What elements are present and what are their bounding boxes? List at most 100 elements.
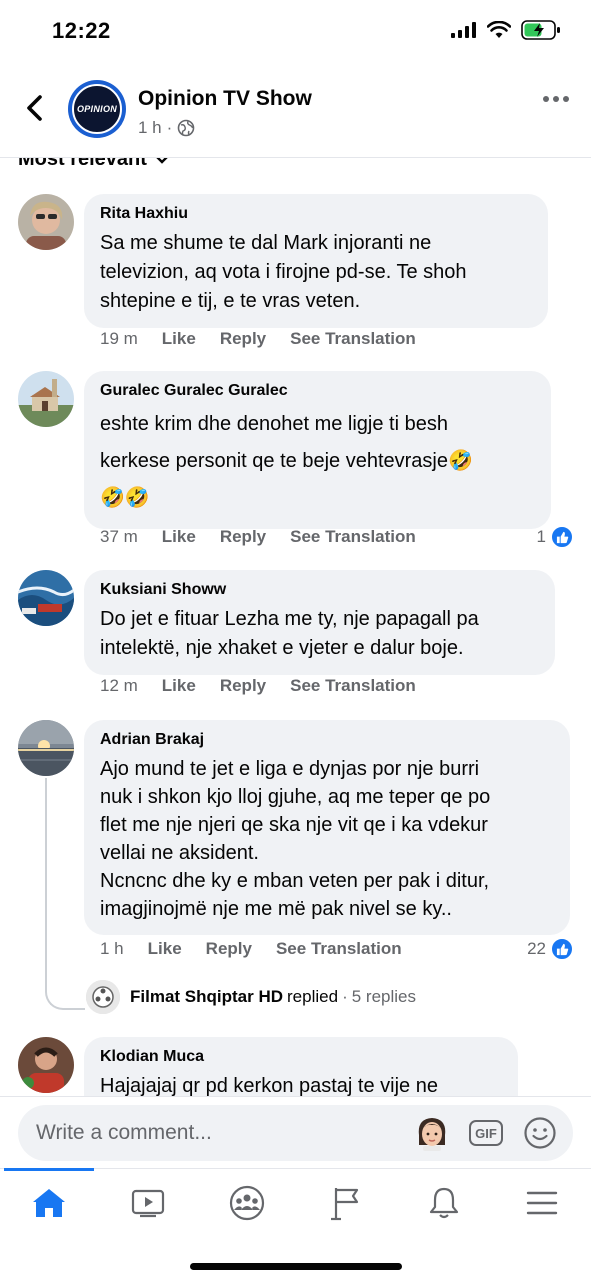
notifications-bell-icon — [429, 1187, 459, 1219]
like-button[interactable]: Like — [162, 676, 196, 696]
comment-bubble[interactable]: Rita Haxhiu Sa me shume te dal Mark injo… — [84, 194, 548, 328]
comment-text: Sa me shume te dal Mark injoranti ne tel… — [100, 232, 467, 312]
home-indicator — [190, 1263, 402, 1270]
tab-video[interactable] — [118, 1181, 178, 1225]
see-translation-button[interactable]: See Translation — [290, 527, 416, 547]
home-icon — [33, 1189, 65, 1217]
wifi-icon — [487, 21, 511, 38]
like-button[interactable]: Like — [162, 527, 196, 547]
see-translation-button[interactable]: See Translation — [290, 329, 416, 349]
comment-text: Ajo mund te jet e liga e dynjas por nje … — [100, 758, 491, 920]
active-tab-indicator — [4, 1168, 94, 1171]
comment-bubble[interactable]: Adrian Brakaj Ajo mund te jet e liga e d… — [84, 720, 570, 935]
tab-pages[interactable] — [316, 1181, 376, 1225]
reply-button[interactable]: Reply — [220, 527, 266, 547]
comment-actions: 19 m Like Reply See Translation — [100, 329, 416, 349]
comment-actions: 37 m Like Reply See Translation — [100, 527, 416, 547]
comment-author[interactable]: Adrian Brakaj — [100, 731, 554, 749]
gif-label: GIF — [475, 1125, 497, 1141]
view-replies[interactable]: Filmat Shqiptar HD replied · 5 replies — [86, 980, 416, 1014]
replies-count: 5 replies — [351, 987, 416, 1006]
comment-actions: 1 h Like Reply See Translation — [100, 939, 402, 959]
groups-icon — [229, 1185, 265, 1221]
like-button[interactable]: Like — [162, 329, 196, 349]
globe-icon — [178, 119, 195, 137]
pages-flag-icon — [331, 1188, 359, 1221]
more-dot — [553, 96, 559, 102]
status-icons — [451, 20, 561, 40]
like-count: 22 — [527, 939, 546, 958]
comment-author[interactable]: Rita Haxhiu — [100, 205, 532, 223]
avatar[interactable] — [18, 194, 74, 250]
bottom-tab-bar — [0, 1168, 591, 1280]
avatar-sticker-icon[interactable] — [415, 1115, 449, 1151]
comment-actions: 12 m Like Reply See Translation — [100, 676, 416, 696]
comment-bubble[interactable]: Klodian Muca Hajajajaj qr pd kerkon past… — [84, 1037, 518, 1096]
like-reaction-icon — [551, 526, 573, 548]
sort-dropdown[interactable]: Most relevant — [18, 158, 169, 171]
comment-author[interactable]: Klodian Muca — [100, 1048, 502, 1066]
comment-text: eshte krim dhe denohet me ligje ti besh … — [100, 413, 473, 509]
gif-button[interactable]: GIF — [469, 1120, 503, 1146]
more-options-button[interactable] — [543, 96, 569, 102]
meta-separator: · — [166, 118, 173, 137]
chevron-left-icon — [27, 95, 42, 121]
comment-input[interactable]: Write a comment... GIF — [18, 1105, 573, 1161]
avatar[interactable] — [18, 570, 74, 626]
emoji-icon[interactable] — [523, 1116, 557, 1150]
avatar — [86, 980, 120, 1014]
comment-time: 19 m — [100, 329, 138, 348]
video-icon — [131, 1189, 165, 1218]
status-bar: 12:22 — [0, 0, 591, 64]
page-avatar[interactable]: OPINION — [68, 80, 126, 138]
avatar[interactable] — [18, 720, 74, 776]
post-meta: 1 h · — [138, 118, 195, 138]
chevron-down-icon — [156, 158, 168, 164]
reaction-count[interactable]: 1 — [537, 526, 573, 548]
page-name[interactable]: Opinion TV Show — [138, 87, 312, 111]
tab-home[interactable] — [19, 1181, 79, 1225]
more-dot — [563, 96, 569, 102]
comment-author[interactable]: Kuksiani Showw — [100, 581, 539, 599]
cellular-signal-icon — [451, 22, 476, 38]
replied-label: replied — [287, 987, 339, 1006]
tab-menu[interactable] — [512, 1181, 572, 1225]
back-button[interactable] — [18, 88, 52, 128]
thread-line — [45, 778, 85, 1010]
like-button[interactable]: Like — [148, 939, 182, 959]
comment-placeholder: Write a comment... — [36, 1121, 212, 1144]
reply-button[interactable]: Reply — [220, 676, 266, 696]
see-translation-button[interactable]: See Translation — [276, 939, 402, 959]
tab-groups[interactable] — [217, 1181, 277, 1225]
replier-name: Filmat Shqiptar HD — [130, 987, 284, 1006]
reaction-count[interactable]: 22 — [527, 938, 573, 960]
comments-feed[interactable]: Most relevant Rita Haxhiu Sa me shume te… — [0, 158, 591, 1096]
page-logo: OPINION — [72, 84, 122, 134]
comment-time: 12 m — [100, 676, 138, 695]
comment-bubble[interactable]: Guralec Guralec Guralec eshte krim dhe d… — [84, 371, 551, 529]
replies-separator: · — [342, 987, 348, 1006]
reply-button[interactable]: Reply — [220, 329, 266, 349]
comment-text: Hajajajaj qr pd kerkon pastaj te vije ne — [100, 1075, 438, 1096]
like-count: 1 — [536, 527, 546, 546]
post-time: 1 h — [138, 118, 162, 137]
composer-tools: GIF — [415, 1115, 557, 1151]
menu-icon — [526, 1191, 558, 1215]
comment-composer: Write a comment... GIF — [0, 1096, 591, 1168]
battery-charging-icon — [521, 20, 560, 40]
post-header: OPINION Opinion TV Show 1 h · — [0, 64, 591, 158]
comment-author[interactable]: Guralec Guralec Guralec — [100, 382, 535, 400]
comment-time: 1 h — [100, 939, 124, 958]
sort-label: Most relevant — [18, 158, 147, 170]
avatar[interactable] — [18, 371, 74, 427]
avatar[interactable] — [18, 1037, 74, 1093]
like-reaction-icon — [551, 938, 573, 960]
reply-button[interactable]: Reply — [206, 939, 252, 959]
more-dot — [543, 96, 549, 102]
comment-bubble[interactable]: Kuksiani Showw Do jet e fituar Lezha me … — [84, 570, 555, 675]
comment-time: 37 m — [100, 527, 138, 546]
tab-notifications[interactable] — [414, 1181, 474, 1225]
see-translation-button[interactable]: See Translation — [290, 676, 416, 696]
comment-text: Do jet e fituar Lezha me ty, nje papagal… — [100, 608, 479, 659]
status-time: 12:22 — [52, 18, 111, 43]
